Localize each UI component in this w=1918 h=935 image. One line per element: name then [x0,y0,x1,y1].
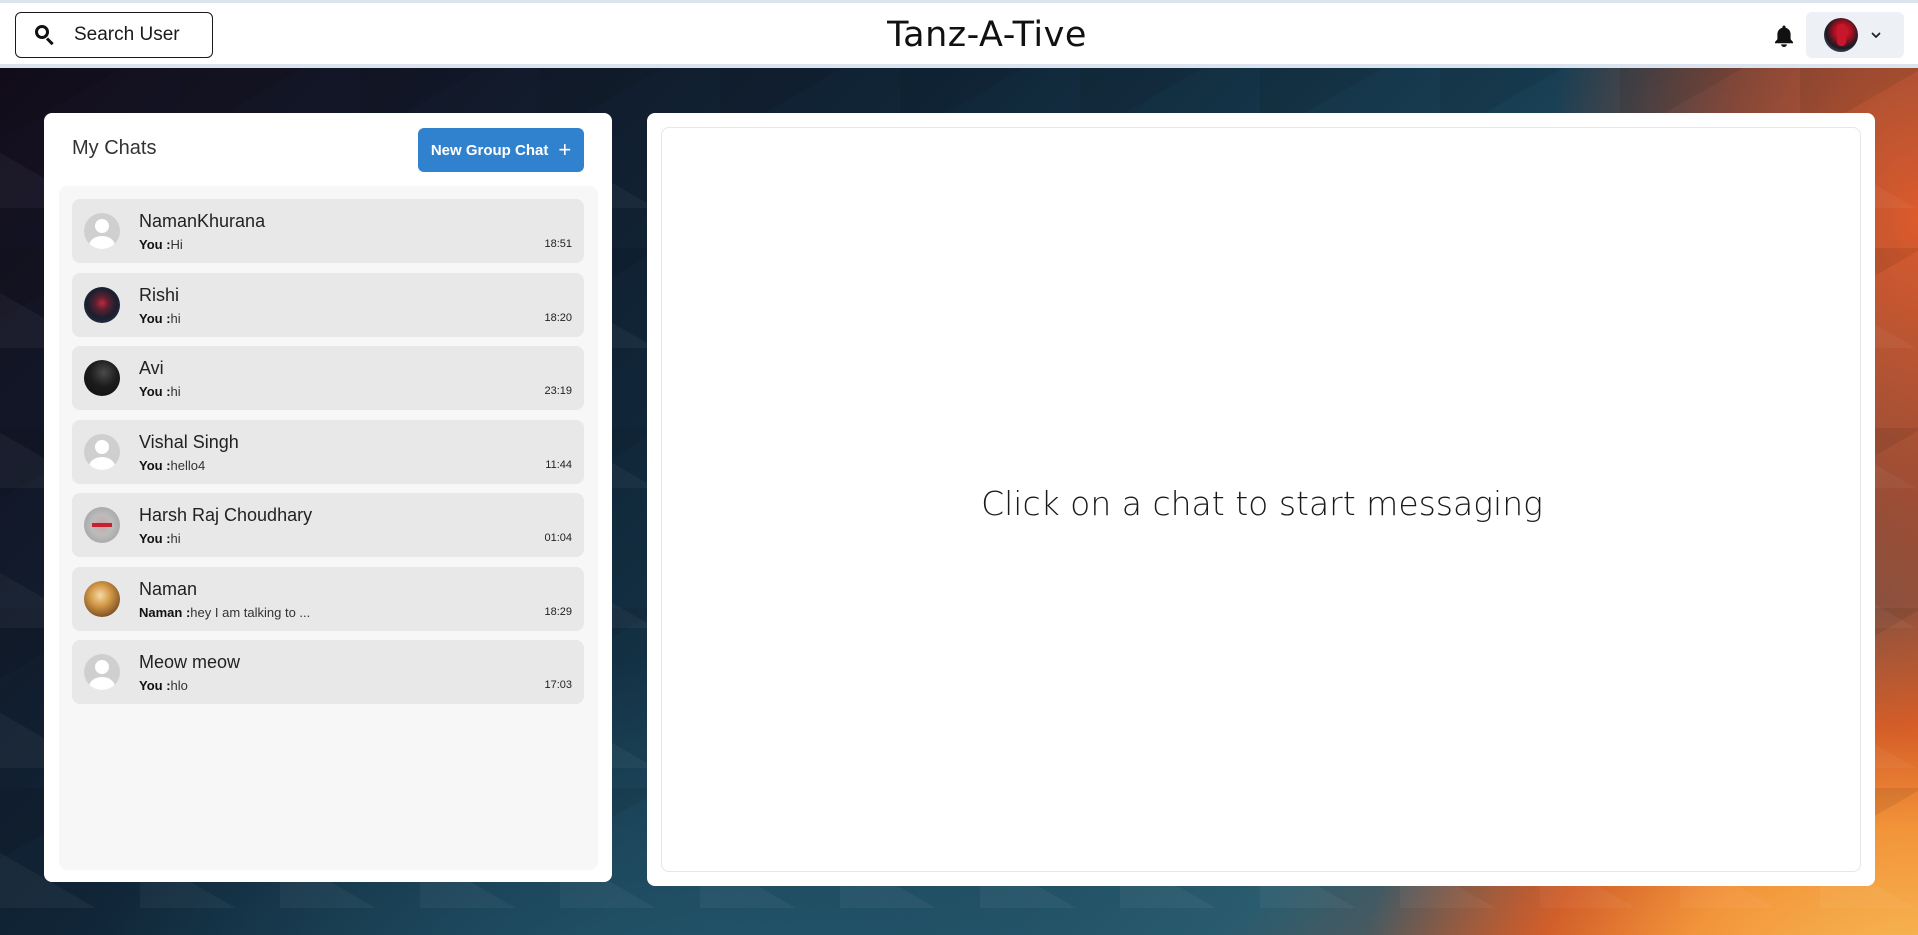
new-group-chat-button[interactable]: New Group Chat + [418,128,584,172]
avatar [84,360,120,396]
chat-time: 18:51 [544,238,572,250]
last-message: hey I am talking to ... [190,604,311,620]
avatar [84,654,120,690]
chat-name: Harsh Raj Choudhary [139,505,313,525]
avatar [84,433,120,470]
chat-preview: You :hlo [139,678,188,693]
sender-label: You : [139,678,171,693]
chat-time: 18:29 [544,605,572,618]
search-user-button[interactable]: Search User [15,12,213,58]
top-bar: Search User Tanz-A-Tive [0,0,1918,68]
sender-label: Naman : [139,604,191,620]
chat-time: 01:04 [544,532,572,544]
my-chats-panel: My Chats New Group Chat + NamanKhurana Y… [44,113,612,882]
empty-chat-placeholder: Click on a chat to start messaging [981,484,1543,523]
chat-preview: You :hi [139,311,181,326]
last-message: hello4 [170,457,206,473]
search-user-label: Search User [74,24,180,45]
chat-window: Click on a chat to start messaging [647,113,1875,886]
chat-item-harsh-raj-choudhary[interactable]: Harsh Raj Choudhary You :hi 01:04 [72,493,584,557]
plus-icon: + [558,137,572,162]
avatar [84,580,120,617]
my-chats-title: My Chats [72,137,157,159]
chat-name: Meow meow [139,652,241,672]
avatar [84,286,120,323]
chat-preview: You :hi [139,384,181,399]
last-message: hi [170,310,181,326]
chat-item-namankhurana[interactable]: NamanKhurana You :Hi 18:51 [72,199,584,263]
chat-name: NamanKhurana [139,211,266,231]
chat-item-vishal-singh[interactable]: Vishal Singh You :hello4 11:44 [72,419,584,484]
profile-menu-button[interactable] [1806,12,1904,58]
last-message: hi [170,531,181,546]
bell-icon[interactable] [1773,24,1795,48]
sender-label: You : [139,384,171,399]
sender-label: You : [139,531,171,546]
chat-item-avi[interactable]: Avi You :hi 23:19 [72,346,584,410]
chat-item-naman[interactable]: Naman Naman :hey I am talking to ... 18:… [72,566,584,631]
search-icon [34,24,56,46]
chat-time: 11:44 [545,458,572,471]
chat-time: 23:19 [544,385,572,397]
chat-name: Avi [139,358,164,378]
avatar [1824,18,1858,52]
new-group-chat-label: New Group Chat [430,141,549,159]
app-title: Tanz-A-Tive [887,15,1087,55]
chat-item-rishi[interactable]: Rishi You :hi 18:20 [72,272,584,337]
last-message: hlo [170,678,188,693]
chat-time: 17:03 [544,679,572,691]
chat-window-body: Click on a chat to start messaging [661,127,1861,872]
chat-preview: You :hi [139,531,181,546]
chat-time: 18:20 [544,311,572,324]
sender-label: You : [139,457,171,473]
last-message: hi [170,384,181,399]
avatar [84,507,120,543]
chat-preview: You :hello4 [139,458,205,473]
chevron-down-icon [1871,32,1881,38]
last-message: Hi [170,237,183,252]
avatar [84,213,120,249]
chat-preview: Naman :hey I am talking to ... [139,605,310,620]
chat-preview: You :Hi [139,237,183,252]
chat-name: Vishal Singh [139,431,239,452]
sender-label: You : [139,237,171,252]
chat-list: NamanKhurana You :Hi 18:51 Rishi You :hi… [59,186,598,870]
chat-name: Rishi [139,284,180,305]
chat-name: Naman [139,578,198,599]
chat-item-meow-meow[interactable]: Meow meow You :hlo 17:03 [72,640,584,704]
sender-label: You : [139,310,171,326]
